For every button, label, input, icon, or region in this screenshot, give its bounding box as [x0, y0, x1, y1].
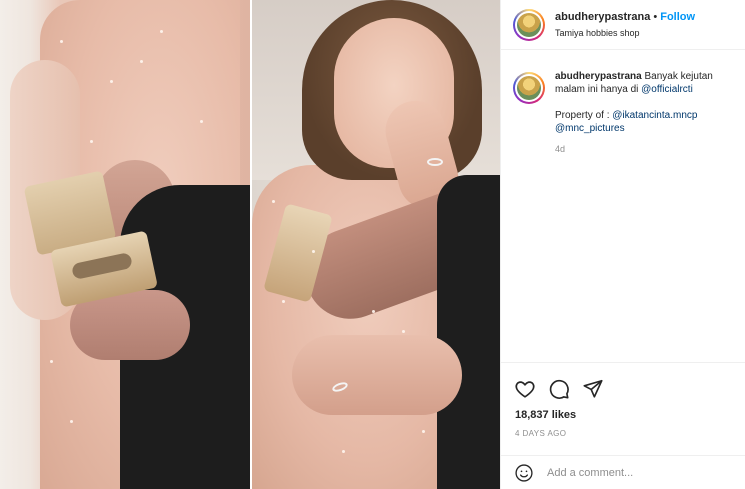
emoji-icon[interactable] — [513, 462, 535, 484]
sparkle — [60, 40, 63, 43]
avatar-ring — [515, 10, 543, 39]
comment-icon[interactable] — [547, 377, 571, 401]
sparkle — [372, 310, 375, 313]
header-line: abudherypastrana • Follow — [555, 10, 695, 24]
avatar-image — [517, 76, 541, 100]
sparkle — [90, 140, 93, 143]
share-icon[interactable] — [581, 377, 605, 401]
hand-shape — [292, 335, 462, 415]
username-link[interactable]: abudherypastrana — [555, 11, 650, 23]
heart-icon[interactable] — [513, 377, 537, 401]
caption-time-ago[interactable]: 4d — [555, 143, 738, 156]
sparkle — [70, 420, 73, 423]
sparkle — [272, 200, 275, 203]
post-side-panel: abudherypastrana • Follow Tamiya hobbies s… — [500, 0, 745, 489]
caption-username-link[interactable]: abudherypastrana — [555, 71, 642, 82]
sleeve-shape — [437, 175, 500, 489]
property-label: Property of : — [555, 110, 610, 121]
comment-input[interactable] — [547, 466, 697, 479]
sparkle — [200, 120, 203, 123]
avatar-ring — [515, 74, 543, 102]
action-icons — [501, 363, 745, 403]
photo-panel-right — [252, 0, 500, 489]
avatar-image — [517, 12, 541, 37]
mention-link[interactable]: @ikatancinta.mncp — [612, 110, 697, 121]
sparkle — [282, 300, 285, 303]
post-header: abudherypastrana • Follow Tamiya hobbies s… — [501, 0, 745, 50]
sparkle — [342, 450, 345, 453]
location-link[interactable]: Tamiya hobbies shop — [555, 27, 695, 40]
sparkle — [110, 80, 113, 83]
caption-property-line: @mnc_pictures — [555, 122, 738, 135]
separator-dot: • — [653, 10, 658, 23]
post-photo[interactable] — [0, 0, 500, 489]
sparkle — [402, 330, 405, 333]
sparkle — [312, 250, 315, 253]
sparkle — [422, 430, 425, 433]
sparkle — [160, 30, 163, 33]
post-date[interactable]: 4 DAYS AGO — [501, 421, 745, 438]
comment-box — [501, 455, 745, 489]
mention-link[interactable]: @officialrcti — [641, 84, 693, 95]
instagram-post: abudherypastrana • Follow Tamiya hobbies s… — [0, 0, 745, 489]
sparkle — [140, 60, 143, 63]
caption-text: abudherypastrana Banyak kejutan malam in… — [555, 70, 738, 96]
avatar[interactable] — [513, 72, 545, 104]
header-text: abudherypastrana • Follow Tamiya hobbies s… — [555, 10, 695, 40]
caption-property: Property of : @ikatancinta.mncp — [555, 109, 738, 122]
avatar[interactable] — [513, 8, 545, 41]
caption-body: abudherypastrana Banyak kejutan malam in… — [555, 70, 738, 156]
likes-count[interactable]: 18,837 likes — [501, 403, 745, 421]
ring-shape — [427, 158, 443, 166]
mention-link[interactable]: @mnc_pictures — [555, 123, 625, 134]
caption: abudherypastrana Banyak kejutan malam in… — [513, 70, 738, 156]
sparkle — [50, 360, 53, 363]
actions-section: 18,837 likes 4 DAYS AGO — [501, 362, 745, 438]
photo-panel-left — [0, 0, 250, 489]
follow-button[interactable]: Follow — [660, 11, 695, 23]
